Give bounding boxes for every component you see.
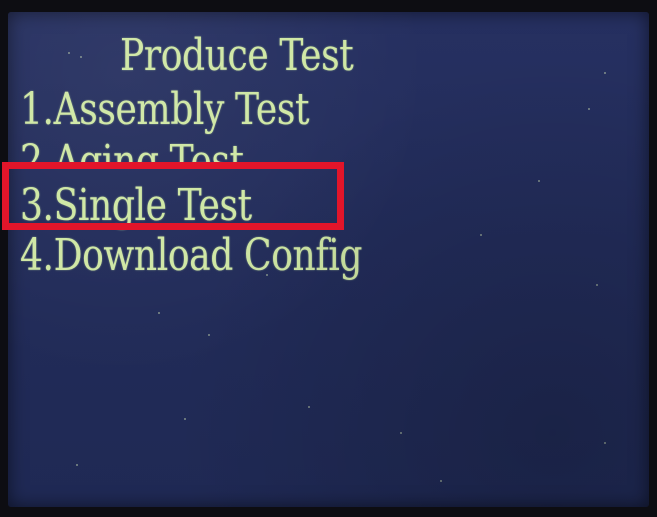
screen-speck bbox=[158, 312, 160, 314]
highlight-box bbox=[2, 162, 344, 230]
screen-speck bbox=[266, 274, 268, 276]
screen-title: Produce Test bbox=[120, 30, 354, 81]
screen-speck bbox=[604, 442, 606, 444]
menu-item-assembly-test[interactable]: 1.Assembly Test bbox=[20, 86, 309, 134]
screen-speck bbox=[208, 334, 210, 336]
screen-speck bbox=[80, 56, 82, 58]
menu-item-download-config[interactable]: 4.Download Config bbox=[20, 232, 363, 280]
screen-speck bbox=[588, 108, 590, 110]
screen-speck bbox=[184, 418, 186, 420]
screen-speck bbox=[308, 406, 310, 408]
screen-speck bbox=[76, 464, 78, 466]
screen-speck bbox=[68, 52, 70, 54]
screen-speck bbox=[538, 180, 540, 182]
screen-speck bbox=[604, 72, 606, 74]
device-bezel: Produce Test 1.Assembly Test 2.Aging Tes… bbox=[0, 0, 657, 517]
screen-speck bbox=[480, 234, 482, 236]
lcd-screen: Produce Test 1.Assembly Test 2.Aging Tes… bbox=[8, 12, 649, 507]
screen-speck bbox=[596, 284, 598, 286]
screen-speck bbox=[400, 432, 402, 434]
screen-speck bbox=[440, 480, 442, 482]
